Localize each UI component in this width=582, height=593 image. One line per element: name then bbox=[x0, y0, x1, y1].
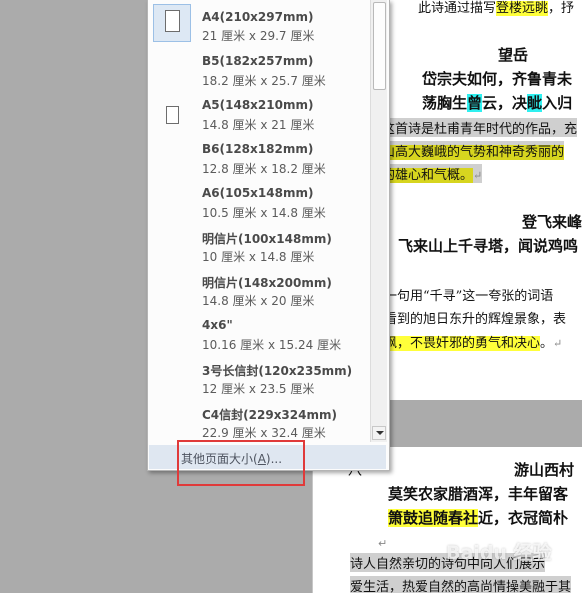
doc-line-6: 山高大巍峨的气势和神奇秀丽的 bbox=[382, 141, 565, 160]
doc-line-3: 岱宗夫如何，齐鲁青未 bbox=[422, 70, 573, 88]
size-option-dims: 21 厘米 x 29.7 厘米 bbox=[202, 29, 315, 43]
page-size-list[interactable]: A4(210x297mm) 21 厘米 x 29.7 厘米 B5(182x257… bbox=[148, 0, 370, 445]
size-option-name: 3号长信封(120x235mm) bbox=[202, 364, 353, 378]
size-option-a6[interactable]: A6(105x148mm) 10.5 厘米 x 14.8 厘米 bbox=[148, 181, 370, 225]
size-option-dims: 18.2 厘米 x 25.7 厘米 bbox=[202, 74, 326, 88]
size-option-dims: 14.8 厘米 x 21 厘米 bbox=[202, 118, 315, 132]
scroll-down-arrow-icon[interactable] bbox=[372, 426, 386, 440]
size-option-name: 4x6" bbox=[202, 318, 233, 332]
size-option-dims: 10 厘米 x 14.8 厘米 bbox=[202, 250, 315, 264]
size-option-a5[interactable]: A5(148x210mm) 14.8 厘米 x 21 厘米 bbox=[148, 93, 370, 137]
size-option-dims: 12 厘米 x 23.5 厘米 bbox=[202, 382, 315, 396]
size-option-name: B6(128x182mm) bbox=[202, 142, 314, 156]
page-size-dropdown[interactable]: A4(210x297mm) 21 厘米 x 29.7 厘米 B5(182x257… bbox=[147, 0, 390, 471]
doc-line-1: 此诗通过描写登楼远眺，抒 bbox=[418, 1, 575, 16]
size-option-name: 明信片(148x200mm) bbox=[202, 276, 332, 290]
size-thumb bbox=[153, 97, 191, 135]
doc-line-11: 看到的旭日东升的辉煌景象，表 bbox=[384, 312, 567, 327]
size-option-postcard-148x200[interactable]: 明信片(148x200mm) 14.8 厘米 x 20 厘米 bbox=[148, 269, 370, 313]
size-option-name: 明信片(100x148mm) bbox=[202, 232, 332, 246]
size-option-a4[interactable]: A4(210x297mm) 21 厘米 x 29.7 厘米 bbox=[148, 0, 370, 44]
poem-title-youshanxicun: 游山西村 bbox=[514, 461, 575, 479]
size-option-name: A4(210x297mm) bbox=[202, 10, 314, 24]
size-option-name: C4信封(229x324mm) bbox=[202, 408, 337, 422]
vertical-scrollbar[interactable] bbox=[370, 0, 387, 442]
poem-title-wangyue: 望岳 bbox=[498, 46, 529, 64]
doc-line-4: 荡胸生曾云，决眦入归 bbox=[422, 94, 573, 112]
size-option-name: B5(182x257mm) bbox=[202, 54, 314, 68]
size-option-4x6[interactable]: 4x6" 10.16 厘米 x 15.24 厘米 bbox=[148, 313, 370, 357]
doc-line-17: 爱生活，热爱自然的高尚情操美融于其 bbox=[350, 576, 572, 593]
paper-portrait-icon bbox=[165, 10, 180, 32]
doc-line-10: 一句用“千寻”这一夸张的词语 bbox=[384, 289, 554, 304]
doc-line-7: 的雄心和气概。↵ bbox=[382, 164, 483, 183]
doc-line-9: 飞来山上千寻塔，闻说鸡鸣 bbox=[398, 237, 579, 255]
doc-line-15: 箫鼓追随春社近，衣冠简朴 bbox=[388, 509, 569, 527]
size-option-b5[interactable]: B5(182x257mm) 18.2 厘米 x 25.7 厘米 bbox=[148, 49, 370, 93]
size-option-dims: 12.8 厘米 x 18.2 厘米 bbox=[202, 162, 326, 176]
size-option-envelope-no3[interactable]: 3号长信封(120x235mm) 12 厘米 x 23.5 厘米 bbox=[148, 357, 370, 401]
scrollbar-thumb[interactable] bbox=[373, 2, 386, 90]
poem-title-dengfeilaifeng: 登飞来峰 bbox=[522, 213, 582, 231]
doc-line-14: 莫笑农家腊酒浑，丰年留客 bbox=[388, 485, 569, 503]
doc-line-5: 这首诗是杜甫青年时代的作品，充 bbox=[382, 118, 578, 137]
size-option-b6[interactable]: B6(128x182mm) 12.8 厘米 x 18.2 厘米 bbox=[148, 137, 370, 181]
size-option-postcard-100x148[interactable]: 明信片(100x148mm) 10 厘米 x 14.8 厘米 bbox=[148, 225, 370, 269]
size-option-dims: 10.16 厘米 x 15.24 厘米 bbox=[202, 338, 342, 352]
doc-line-12: 飒，不畏奸邪的勇气和决心。↵ bbox=[384, 336, 563, 351]
size-option-name: A6(105x148mm) bbox=[202, 186, 314, 200]
watermark: Baidu 经验 bbox=[446, 542, 552, 564]
size-option-dims: 14.8 厘米 x 20 厘米 bbox=[202, 294, 315, 308]
size-option-dims: 22.9 厘米 x 32.4 厘米 bbox=[202, 426, 326, 440]
size-option-name: A5(148x210mm) bbox=[202, 98, 314, 112]
paper-small-icon bbox=[166, 106, 179, 124]
annotation-highlight-box bbox=[177, 440, 305, 486]
paragraph-mark: ↵ bbox=[378, 537, 388, 550]
size-thumb-selected bbox=[153, 4, 191, 42]
size-option-envelope-c4[interactable]: C4信封(229x324mm) 22.9 厘米 x 32.4 厘米 bbox=[148, 401, 370, 445]
size-option-dims: 10.5 厘米 x 14.8 厘米 bbox=[202, 206, 326, 220]
